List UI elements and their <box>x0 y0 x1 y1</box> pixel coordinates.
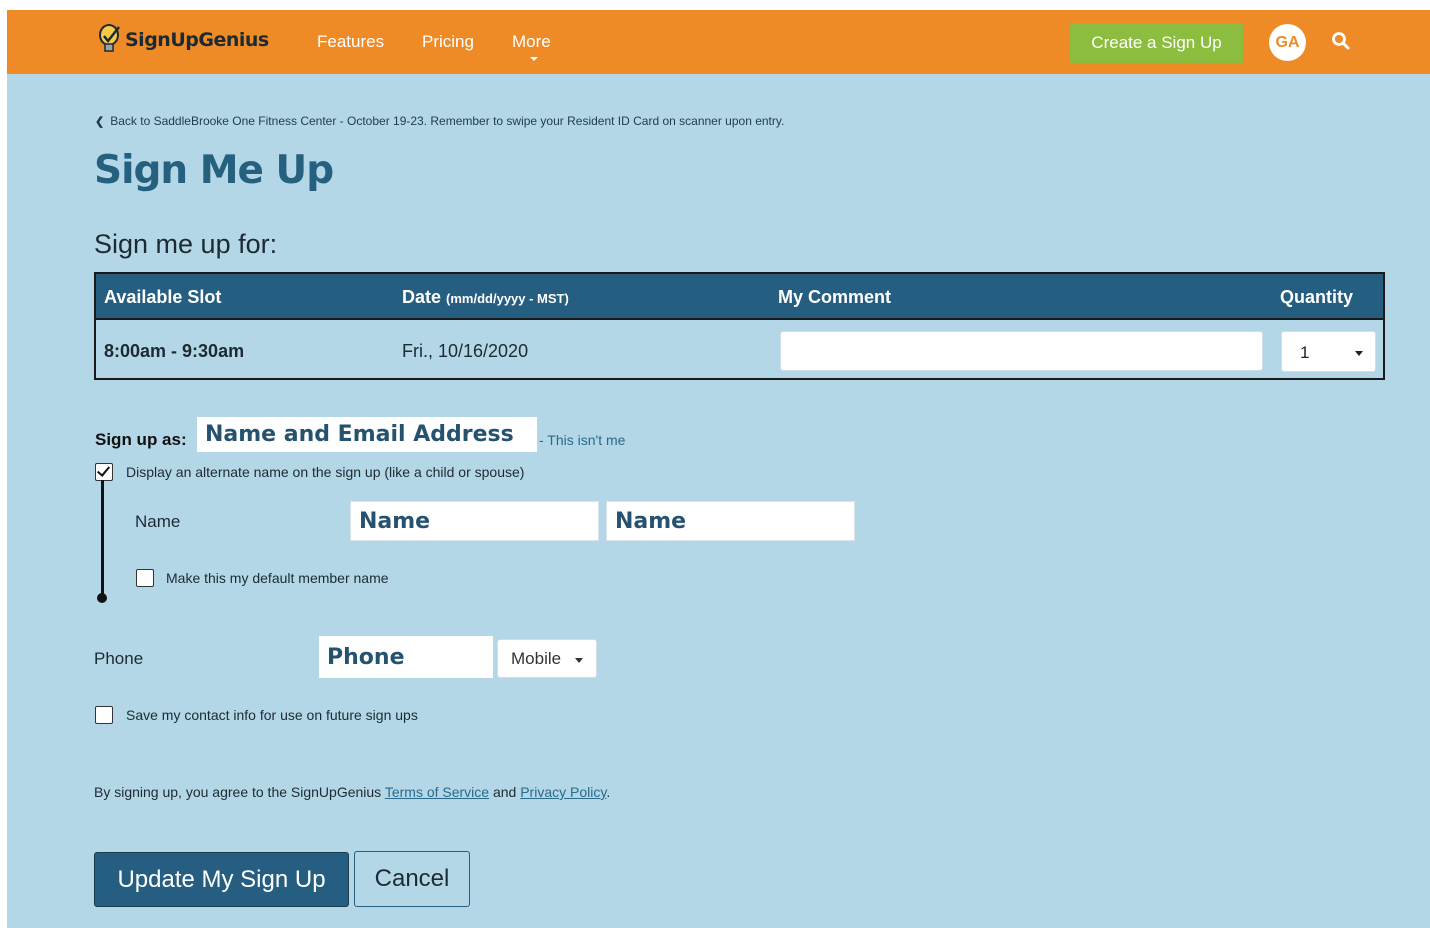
alternate-name-bracket <box>101 480 104 598</box>
bracket-end-dot <box>97 593 107 603</box>
update-sign-up-button[interactable]: Update My Sign Up <box>94 852 349 907</box>
page: SignUpGenius Features Pricing More Creat… <box>7 10 1430 928</box>
slot-date: Fri., 10/16/2020 <box>402 341 529 361</box>
search-icon[interactable] <box>1331 31 1351 51</box>
header-available-slot: Available Slot <box>104 287 222 307</box>
top-nav-bar: SignUpGenius Features Pricing More Creat… <box>7 10 1430 74</box>
header-quantity: Quantity <box>1280 287 1354 307</box>
logo-text: SignUpGenius <box>125 29 269 51</box>
phone-label: Phone <box>94 649 144 668</box>
agreement-prefix: By signing up, you agree to the SignUpGe… <box>94 784 382 800</box>
cancel-button[interactable]: Cancel <box>354 851 470 907</box>
lightbulb-icon <box>99 24 120 52</box>
agreement-and: and <box>492 784 517 800</box>
page-title: Sign Me Up <box>94 148 334 193</box>
agreement-suffix: . <box>606 784 611 800</box>
caret-down-icon <box>1355 351 1363 356</box>
agreement-text: By signing up, you agree to the SignUpGe… <box>94 784 610 800</box>
chevron-left-icon: ❮ <box>95 115 105 128</box>
nav-more[interactable]: More <box>512 32 551 52</box>
comment-input[interactable] <box>780 331 1263 371</box>
alternate-name-checkbox[interactable] <box>95 463 113 481</box>
back-link-text: Back to SaddleBrooke One Fitness Center … <box>110 114 785 128</box>
phone-input[interactable]: Phone <box>319 636 493 678</box>
avatar[interactable]: GA <box>1269 24 1306 61</box>
phone-type-select[interactable]: Mobile <box>497 639 597 678</box>
save-contact-label: Save my contact info for use on future s… <box>126 707 418 723</box>
name-email-field: Name and Email Address <box>197 417 537 452</box>
default-member-name-label: Make this my default member name <box>166 570 389 586</box>
signupgenius-logo[interactable]: SignUpGenius <box>97 23 269 57</box>
quantity-value: 1 <box>1300 343 1310 362</box>
create-sign-up-button[interactable]: Create a Sign Up <box>1070 23 1243 63</box>
quantity-select[interactable]: 1 <box>1281 331 1376 372</box>
caret-down-icon <box>530 57 538 61</box>
terms-of-service-link[interactable]: Terms of Service <box>385 784 489 800</box>
default-member-name-checkbox[interactable] <box>136 569 154 587</box>
header-date: Date (mm/dd/yyyy - MST) <box>402 287 569 307</box>
alternate-name-label: Display an alternate name on the sign up… <box>126 464 525 480</box>
last-name-input[interactable]: Name <box>606 501 855 541</box>
caret-down-icon <box>575 658 583 663</box>
first-name-input[interactable]: Name <box>350 501 599 541</box>
nav-pricing[interactable]: Pricing <box>422 32 474 52</box>
save-contact-checkbox[interactable] <box>95 706 113 724</box>
nav-features[interactable]: Features <box>317 32 384 52</box>
slot-table: Available Slot Date (mm/dd/yyyy - MST) M… <box>94 272 1385 380</box>
phone-type-value: Mobile <box>511 649 562 668</box>
name-label: Name <box>135 512 181 531</box>
table-header: Available Slot Date (mm/dd/yyyy - MST) M… <box>96 274 1383 320</box>
sign-up-as-label: Sign up as: <box>95 430 187 449</box>
slot-time: 8:00am - 9:30am <box>104 341 245 361</box>
header-my-comment: My Comment <box>778 287 892 307</box>
this-isnt-me-link[interactable]: - This isn't me <box>539 432 625 448</box>
back-link[interactable]: ❮ Back to SaddleBrooke One Fitness Cente… <box>95 114 784 128</box>
section-title: Sign me up for: <box>94 229 278 259</box>
privacy-policy-link[interactable]: Privacy Policy <box>520 784 606 800</box>
